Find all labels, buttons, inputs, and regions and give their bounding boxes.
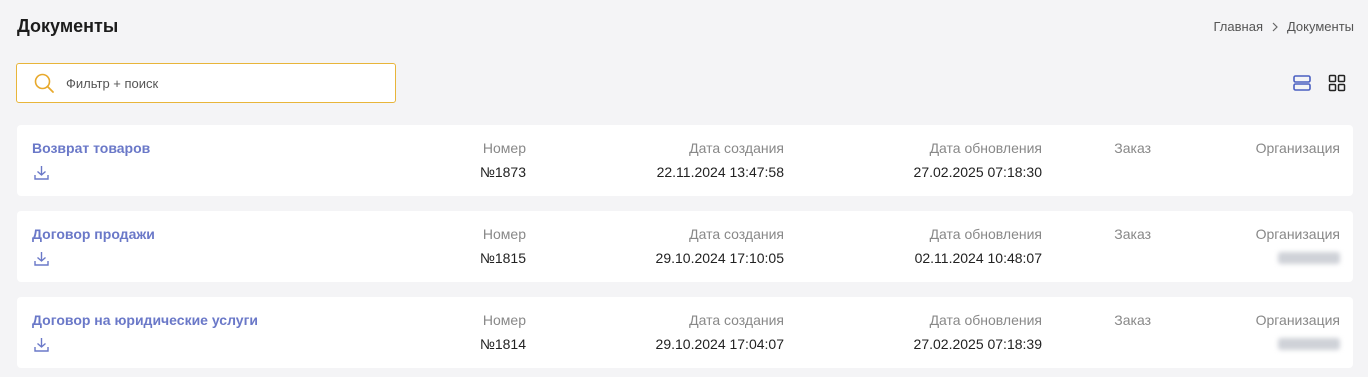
created-value: 29.10.2024 17:04:07 [655, 336, 784, 352]
document-card: Договор на юридические услуги Номер №181… [17, 297, 1353, 368]
created-column: Дата создания 29.10.2024 17:04:07 [656, 312, 784, 352]
organization-value-redacted [1278, 338, 1340, 350]
chevron-right-icon [1271, 22, 1279, 32]
number-label: Номер [482, 226, 526, 242]
download-icon[interactable] [33, 164, 50, 181]
document-title-link[interactable]: Договор на юридические услуги [32, 312, 258, 328]
organization-label: Организация [1255, 140, 1340, 156]
number-label: Номер [482, 312, 526, 328]
order-column: Заказ [1114, 312, 1151, 336]
created-label: Дата создания [689, 140, 784, 156]
number-label: Номер [482, 140, 526, 156]
updated-value: 27.02.2025 07:18:30 [913, 164, 1042, 180]
list-view-icon[interactable] [1293, 74, 1311, 92]
organization-column: Организация [1256, 140, 1340, 164]
page-title: Документы [17, 16, 119, 36]
order-column: Заказ [1114, 226, 1151, 250]
order-column: Заказ [1114, 140, 1151, 164]
updated-column: Дата обновления 27.02.2025 07:18:30 [914, 140, 1042, 180]
document-title-link[interactable]: Договор продажи [32, 226, 155, 242]
created-value: 29.10.2024 17:10:05 [655, 250, 784, 266]
view-toggles [1293, 74, 1346, 92]
search-input[interactable] [66, 75, 366, 91]
download-icon[interactable] [33, 250, 50, 267]
download-icon[interactable] [33, 336, 50, 353]
updated-value: 27.02.2025 07:18:39 [913, 336, 1042, 352]
search-box[interactable] [16, 63, 396, 103]
breadcrumb-current: Документы [1286, 19, 1354, 34]
breadcrumb-home-link[interactable]: Главная [1214, 19, 1263, 34]
number-column: Номер №1814 [480, 312, 526, 352]
document-card: Договор продажи Номер №1815 Дата создани… [17, 211, 1353, 282]
updated-label: Дата обновления [929, 312, 1042, 328]
search-icon [33, 72, 55, 94]
updated-label: Дата обновления [929, 226, 1042, 242]
order-label: Заказ [1114, 140, 1151, 156]
document-title-link[interactable]: Возврат товаров [32, 140, 150, 156]
created-label: Дата создания [689, 226, 784, 242]
number-column: Номер №1815 [480, 226, 526, 266]
updated-column: Дата обновления 27.02.2025 07:18:39 [914, 312, 1042, 352]
created-column: Дата создания 29.10.2024 17:10:05 [656, 226, 784, 266]
organization-label: Организация [1255, 226, 1340, 242]
breadcrumb: Главная Документы [1214, 19, 1355, 34]
number-value: №1814 [479, 336, 526, 352]
organization-column: Организация [1256, 226, 1340, 269]
number-column: Номер №1873 [480, 140, 526, 180]
created-value: 22.11.2024 13:47:58 [656, 164, 784, 180]
created-column: Дата создания 22.11.2024 13:47:58 [657, 140, 784, 180]
updated-label: Дата обновления [929, 140, 1042, 156]
organization-label: Организация [1255, 312, 1340, 328]
organization-column: Организация [1256, 312, 1340, 355]
order-label: Заказ [1114, 226, 1151, 242]
grid-view-icon[interactable] [1328, 74, 1346, 92]
number-value: №1815 [479, 250, 526, 266]
number-value: №1873 [479, 164, 526, 180]
document-card: Возврат товаров Номер №1873 Дата создани… [17, 125, 1353, 196]
created-label: Дата создания [689, 312, 784, 328]
updated-column: Дата обновления 02.11.2024 10:48:07 [915, 226, 1042, 266]
updated-value: 02.11.2024 10:48:07 [914, 250, 1042, 266]
organization-value-redacted [1278, 252, 1340, 264]
order-label: Заказ [1114, 312, 1151, 328]
